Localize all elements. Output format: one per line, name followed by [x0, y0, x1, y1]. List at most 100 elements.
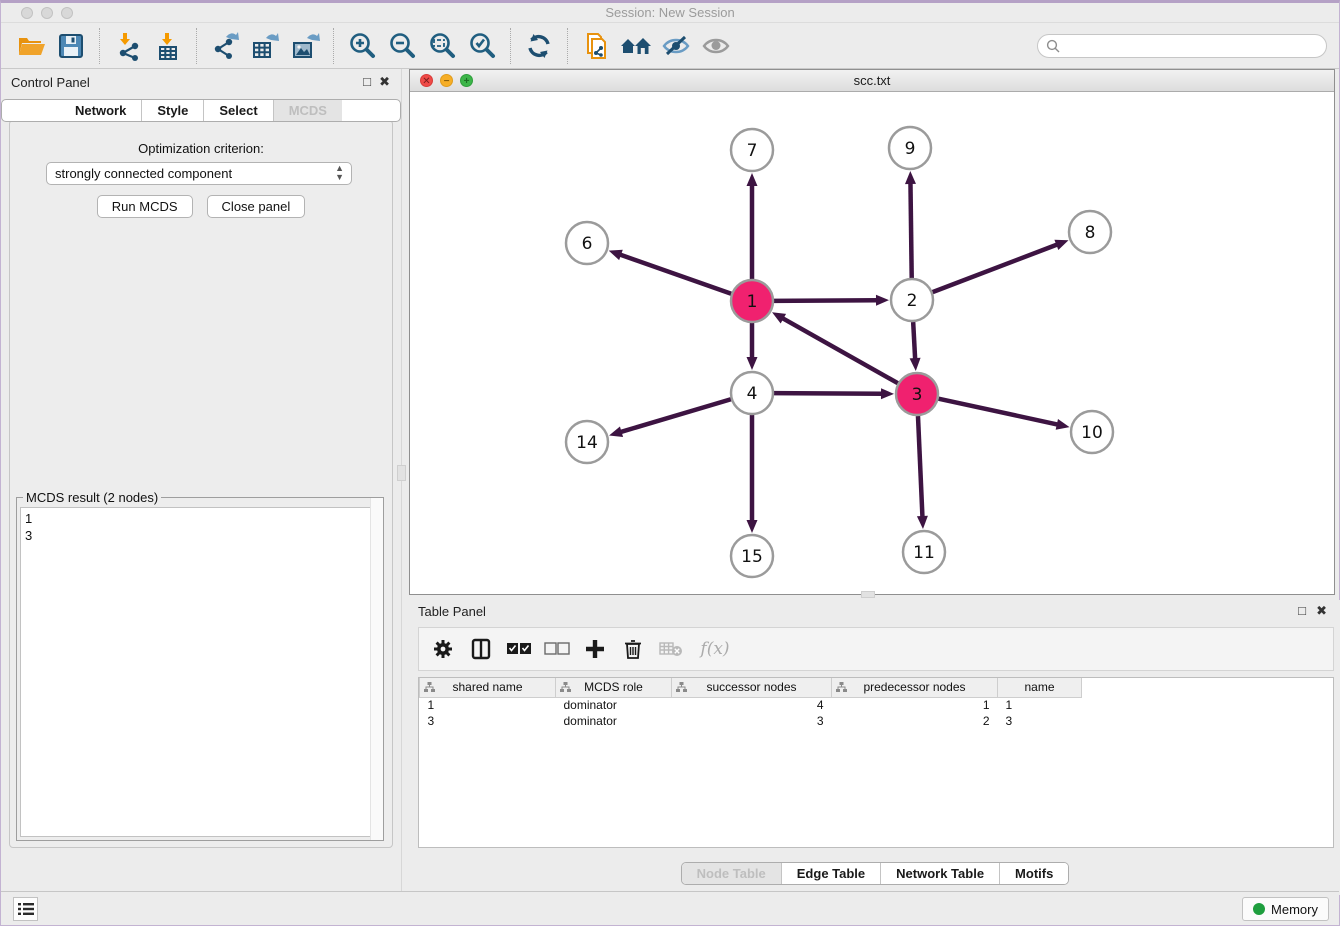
tab-mcds[interactable]: MCDS: [273, 100, 342, 121]
column-header-name[interactable]: name: [998, 678, 1082, 697]
tab-motifs[interactable]: Motifs: [999, 863, 1068, 884]
zoom-out-button[interactable]: [382, 28, 422, 64]
refresh-icon: [525, 32, 553, 60]
graph-edge-3-11[interactable]: [918, 416, 923, 518]
toolbar-search[interactable]: [1037, 34, 1327, 58]
close-panel-button[interactable]: Close panel: [207, 195, 306, 218]
save-session-button[interactable]: [51, 28, 91, 64]
tab-edge-table[interactable]: Edge Table: [781, 863, 880, 884]
column-header-successor-nodes[interactable]: successor nodes: [672, 678, 832, 697]
import-table-button[interactable]: [148, 28, 188, 64]
close-panel-icon[interactable]: ✖: [379, 74, 390, 90]
search-input[interactable]: [1065, 39, 1318, 54]
table-row[interactable]: 3dominator323: [420, 713, 1082, 729]
zoom-fit-button[interactable]: [422, 28, 462, 64]
tab-select[interactable]: Select: [203, 100, 272, 121]
tab-network-table[interactable]: Network Table: [880, 863, 999, 884]
table-cell[interactable]: 1: [998, 697, 1082, 713]
column-header-shared-name[interactable]: shared name: [420, 678, 556, 697]
tab-network[interactable]: Network: [60, 100, 141, 121]
table-cell[interactable]: 3: [672, 713, 832, 729]
table-row[interactable]: 1dominator411: [420, 697, 1082, 713]
table-cell[interactable]: 2: [832, 713, 998, 729]
unselect-all-columns-button[interactable]: [541, 632, 573, 666]
duplicate-network-icon: [581, 31, 611, 61]
apply-layout-button[interactable]: [519, 28, 559, 64]
function-builder-button-disabled: f(x): [693, 632, 737, 666]
table-cell[interactable]: 4: [672, 697, 832, 713]
float-panel-icon[interactable]: □: [363, 74, 371, 89]
memory-button[interactable]: Memory: [1242, 897, 1329, 921]
show-all-button[interactable]: [696, 28, 736, 64]
graph-edge-4-14[interactable]: [620, 399, 731, 432]
table-cell[interactable]: dominator: [556, 713, 672, 729]
export-image-button[interactable]: [285, 28, 325, 64]
column-type-icon: [676, 682, 687, 693]
table-cell[interactable]: 3: [420, 713, 556, 729]
criterion-dropdown[interactable]: strongly connected component ▲▼: [46, 162, 352, 185]
graph-edge-4-3[interactable]: [774, 393, 883, 394]
control-panel: Control Panel □ ✖ NetworkStyleSelectMCDS…: [1, 69, 402, 895]
table-cell[interactable]: 1: [420, 697, 556, 713]
export-network-button[interactable]: [205, 28, 245, 64]
splitter-grip-horizontal[interactable]: [861, 591, 875, 598]
graph-edge-2-3[interactable]: [913, 322, 915, 360]
graph-node-label: 2: [907, 291, 918, 311]
graph-node-label: 14: [576, 433, 598, 453]
optimization-criterion-label: Optimization criterion:: [10, 141, 392, 156]
zoom-in-button[interactable]: [342, 28, 382, 64]
graph-edge-arrowhead: [1054, 240, 1068, 250]
tab-node-table[interactable]: Node Table: [682, 863, 781, 884]
network-canvas[interactable]: 7968124314101511: [410, 92, 1334, 594]
network-window-title: scc.txt: [410, 73, 1334, 88]
node-table[interactable]: shared nameMCDS rolesuccessor nodesprede…: [418, 677, 1334, 848]
zoom-out-icon: [387, 31, 417, 61]
column-header-MCDS-role[interactable]: MCDS role: [556, 678, 672, 697]
hide-selected-button[interactable]: [656, 28, 696, 64]
table-cell[interactable]: dominator: [556, 697, 672, 713]
graph-edge-3-1[interactable]: [782, 318, 898, 384]
float-table-panel-icon[interactable]: □: [1298, 603, 1306, 618]
import-network-button[interactable]: [108, 28, 148, 64]
graph-edge-1-2[interactable]: [774, 300, 878, 301]
select-all-columns-button[interactable]: [503, 632, 535, 666]
column-type-icon: [560, 682, 571, 693]
graph-edge-2-8[interactable]: [933, 244, 1059, 292]
mcds-result-text[interactable]: 1 3: [20, 507, 380, 837]
close-table-panel-icon[interactable]: ✖: [1316, 603, 1327, 619]
memory-status-icon: [1253, 903, 1265, 915]
plus-icon: [584, 638, 606, 660]
show-columns-button[interactable]: [465, 632, 497, 666]
export-table-button[interactable]: [245, 28, 285, 64]
table-cell[interactable]: 1: [832, 697, 998, 713]
result-scrollbar[interactable]: [370, 498, 383, 840]
graph-edge-3-10[interactable]: [938, 399, 1058, 425]
graph-edge-1-6[interactable]: [619, 254, 731, 293]
network-view-window: ✕ − + scc.txt 7968124314101511: [409, 69, 1335, 595]
delete-columns-button[interactable]: [617, 632, 649, 666]
app-titlebar: Session: New Session: [1, 3, 1339, 23]
table-settings-button[interactable]: [427, 632, 459, 666]
graph-edge-arrowhead: [747, 520, 758, 533]
search-icon: [1046, 39, 1060, 53]
tab-style[interactable]: Style: [141, 100, 203, 121]
task-history-button[interactable]: [13, 897, 38, 921]
column-header-predecessor-nodes[interactable]: predecessor nodes: [832, 678, 998, 697]
toolbar-separator: [510, 28, 511, 64]
gear-icon: [432, 638, 454, 660]
create-column-button[interactable]: [579, 632, 611, 666]
toolbar-separator: [196, 28, 197, 64]
splitter-grip-vertical[interactable]: [397, 465, 406, 481]
first-neighbors-button[interactable]: [616, 28, 656, 64]
zoom-selected-button[interactable]: [462, 28, 502, 64]
open-session-button[interactable]: [11, 28, 51, 64]
duplicate-network-button[interactable]: [576, 28, 616, 64]
fx-icon: f(x): [700, 639, 729, 659]
graph-edge-arrowhead: [609, 250, 623, 260]
network-window-titlebar[interactable]: ✕ − + scc.txt: [410, 70, 1334, 92]
application-window: Session: New Session: [0, 0, 1340, 926]
run-mcds-button[interactable]: Run MCDS: [97, 195, 193, 218]
graph-edge-2-9[interactable]: [910, 182, 911, 278]
table-cell[interactable]: 3: [998, 713, 1082, 729]
delete-table-button-disabled: [655, 632, 687, 666]
